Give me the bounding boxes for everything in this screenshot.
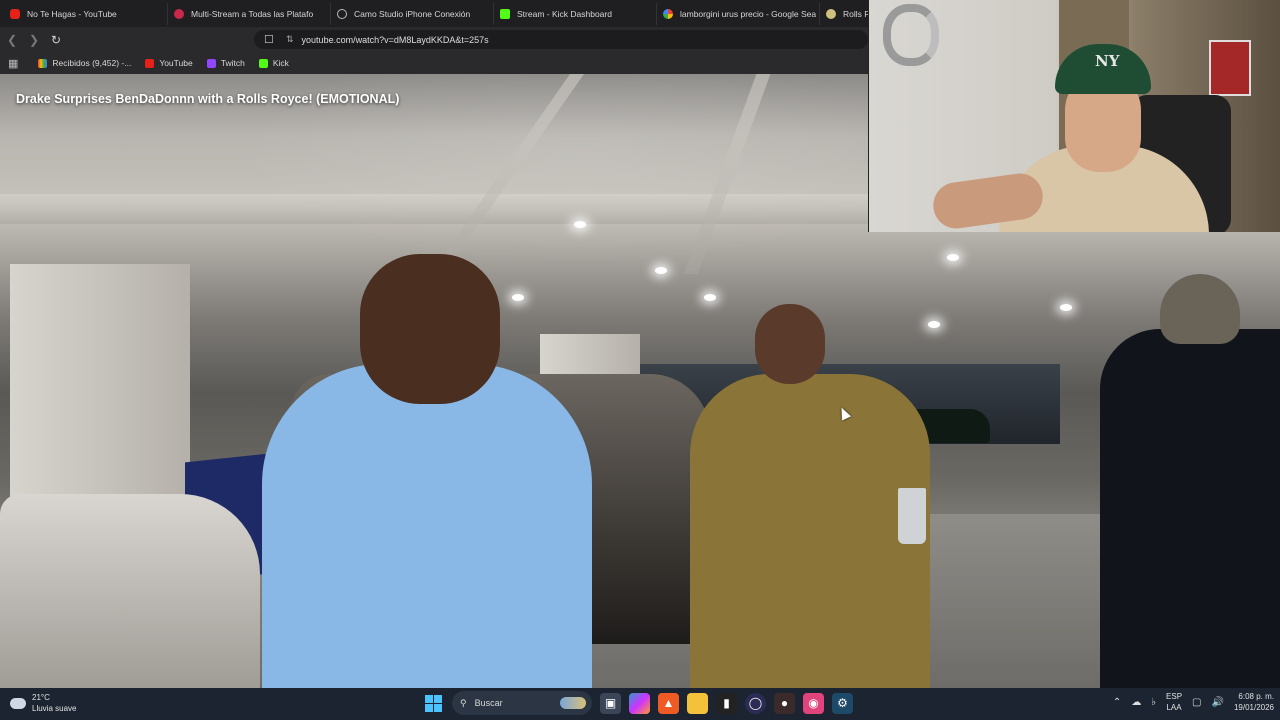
file-explorer-icon[interactable] xyxy=(687,692,708,714)
concrete-pillar xyxy=(10,264,190,524)
tab-kick-dashboard[interactable]: Stream - Kick Dashboard xyxy=(493,2,656,25)
windows-start-icon[interactable] xyxy=(423,693,444,714)
google-icon xyxy=(663,8,673,19)
obs-icon[interactable]: ◯ xyxy=(745,692,766,714)
weather-desc: Lluvia suave xyxy=(32,704,77,713)
tab-label: Camo Studio iPhone Conexión xyxy=(354,8,471,19)
tab-multistream[interactable]: Multi-Stream a Todas las Platafo xyxy=(167,2,330,25)
ny-logo-icon: NY xyxy=(1095,52,1120,70)
gmail-icon xyxy=(38,58,48,68)
taskbar-apps: ⚲ Buscar ▣ ▲ ▮ ◯ ● ◉ ⚙ xyxy=(423,691,853,715)
kick-icon xyxy=(500,8,510,19)
youtube-icon xyxy=(145,58,155,68)
address-bar[interactable]: ☐ ⇅ youtube.com/watch?v=dM8LaydKKDA&t=25… xyxy=(254,30,868,49)
task-view-icon[interactable]: ▣ xyxy=(600,692,621,714)
weather-widget[interactable]: 21°C Lluvia suave xyxy=(10,692,76,714)
windows-taskbar: 21°C Lluvia suave ⚲ Buscar ▣ ▲ ▮ ◯ ● ◉ ⚙… xyxy=(0,688,1280,720)
back-arrow-icon[interactable]: ❮ xyxy=(2,30,22,50)
ceiling-beam xyxy=(429,74,585,274)
ceiling-light xyxy=(947,254,959,261)
clock-time: 6:08 p. m. xyxy=(1238,692,1274,701)
ceiling-beam xyxy=(683,74,771,274)
bookmark-label: Twitch xyxy=(220,58,245,68)
man-tan-jacket xyxy=(690,374,930,688)
rain-cloud-icon xyxy=(10,697,26,709)
bookmark-label: YouTube xyxy=(159,58,193,68)
wall-poster xyxy=(1209,40,1251,96)
settings-app-icon[interactable]: ⚙ xyxy=(832,692,853,714)
apps-grid-icon[interactable]: ▦ xyxy=(8,57,18,70)
kick-icon xyxy=(258,58,268,68)
bookmark-kick[interactable]: Kick xyxy=(258,58,289,68)
man-blue-hoodie xyxy=(262,364,592,688)
lang-top: ESP xyxy=(1166,692,1183,701)
clock-date: 19/01/2026 xyxy=(1233,703,1274,712)
ceiling-light xyxy=(704,294,716,301)
bookmark-twitch[interactable]: Twitch xyxy=(206,58,245,68)
audio-meter-icon[interactable]: ▮ xyxy=(716,692,737,714)
tab-label: Stream - Kick Dashboard xyxy=(517,8,612,19)
white-truck xyxy=(0,494,260,688)
volume-icon[interactable]: 🔊 xyxy=(1212,697,1224,708)
ceiling-light xyxy=(512,294,524,301)
copilot-icon[interactable] xyxy=(629,692,650,714)
weather-temp: 21°C xyxy=(32,693,50,702)
number-balloon xyxy=(883,4,939,66)
man-blue-hoodie-head xyxy=(360,254,500,404)
bookmark-gmail[interactable]: Recibidos (9,452) -... xyxy=(38,58,131,68)
forward-arrow-icon[interactable]: ❯ xyxy=(24,30,44,50)
cup xyxy=(898,488,926,544)
ceiling-light xyxy=(1060,304,1072,311)
twitch-icon xyxy=(206,58,216,68)
brave-browser-icon[interactable]: ▲ xyxy=(658,692,679,714)
site-settings-icon[interactable]: ⇅ xyxy=(286,34,294,45)
tab-label: Multi-Stream a Todas las Platafo xyxy=(191,8,314,19)
bookmark-icon[interactable]: ☐ xyxy=(264,33,280,46)
search-label: Buscar xyxy=(474,698,503,708)
reload-icon[interactable]: ↻ xyxy=(46,30,66,50)
clock[interactable]: 6:08 p. m. 19/01/2026 xyxy=(1234,691,1274,713)
video-title: Drake Surprises BenDaDonnn with a Rolls … xyxy=(16,92,400,106)
camo-icon xyxy=(337,8,347,19)
app-alert-icon[interactable]: ● xyxy=(774,692,795,714)
man-dark-shirt xyxy=(1100,329,1280,688)
bookmark-label: Recibidos (9,452) -... xyxy=(52,58,132,68)
tab-google-search[interactable]: lamborgini urus precio - Google Sea xyxy=(656,2,819,25)
youtube-icon xyxy=(10,8,20,19)
bookmark-label: Kick xyxy=(272,58,289,68)
webcam-overlay: NY xyxy=(868,0,1280,232)
network-icon[interactable]: ▢ xyxy=(1192,697,1201,708)
multistream-icon xyxy=(174,8,184,19)
taskbar-search[interactable]: ⚲ Buscar xyxy=(452,691,592,715)
url-text: youtube.com/watch?v=dM8LaydKKDA&t=257s xyxy=(301,34,489,45)
ceiling-light xyxy=(574,221,586,228)
bookmark-youtube[interactable]: YouTube xyxy=(145,58,193,68)
language-indicator[interactable]: ESP LAA xyxy=(1166,691,1182,713)
tab-label: No Te Hagas - YouTube xyxy=(27,8,117,19)
microphone-icon[interactable]: ♭ xyxy=(1151,697,1156,708)
tab-camo-studio[interactable]: Camo Studio iPhone Conexión xyxy=(330,2,493,25)
search-icon: ⚲ xyxy=(460,697,467,708)
tab-label: lamborgini urus precio - Google Sea xyxy=(680,8,817,19)
rolls-icon xyxy=(826,8,836,19)
camera-app-icon[interactable]: ◉ xyxy=(803,692,824,714)
ceiling-light xyxy=(928,321,940,328)
man-tan-jacket-head xyxy=(755,304,825,384)
system-tray: ⌃ ☁ ♭ ESP LAA ▢ 🔊 6:08 p. m. 19/01/2026 xyxy=(1113,691,1274,713)
ceiling-light xyxy=(655,267,667,274)
lang-bottom: LAA xyxy=(1166,703,1182,712)
search-highlight-icon xyxy=(560,697,586,709)
tab-no-te-hagas[interactable]: No Te Hagas - YouTube xyxy=(4,3,167,25)
cloud-icon[interactable]: ☁ xyxy=(1131,697,1141,708)
man-dark-shirt-head xyxy=(1160,274,1240,344)
chevron-up-icon[interactable]: ⌃ xyxy=(1113,697,1121,708)
